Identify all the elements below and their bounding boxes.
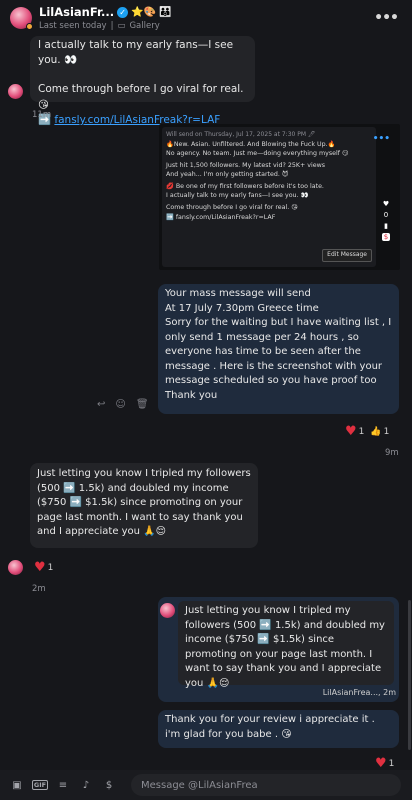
message-time: 2m <box>32 584 46 594</box>
contact-name[interactable]: LilAsianFr... <box>39 5 114 19</box>
quoted-message[interactable]: Just letting you know I tripled my follo… <box>178 601 394 689</box>
incoming-message: Just letting you know I tripled my follo… <box>30 463 258 548</box>
message-actions: ↩ ☺ 🗑 <box>97 399 149 410</box>
heart-icon: ♥ <box>382 200 390 208</box>
preview-line: Come through before I go viral for real.… <box>166 204 298 212</box>
scheduled-message-preview: Will send on Thursday, Jul 17, 2025 at 7… <box>162 127 376 267</box>
bookmark-icon: ▮ <box>384 222 388 230</box>
reactions[interactable]: ♥ 1 👍 1 <box>345 424 389 439</box>
preview-line: 🔥New. Asian. Unfiltered. And Blowing the… <box>166 140 336 148</box>
name-emojis: ⭐🎨 👪 <box>131 6 172 18</box>
tip-dollar-icon[interactable]: $ <box>102 778 116 792</box>
reaction-count: 1 <box>47 562 54 573</box>
thumbs-up-icon: 👍 <box>370 426 382 437</box>
microphone-icon[interactable]: ♪ <box>79 778 93 792</box>
message-time: 9m <box>385 448 399 458</box>
likes-count: 0 <box>383 211 389 219</box>
message-composer: ▣ GIF ≡ ♪ $ Message @LilAsianFrea <box>0 770 412 800</box>
avatar[interactable] <box>10 7 33 30</box>
heart-reaction-icon: ♥ <box>34 560 46 575</box>
preview-line: Just hit 1,500 followers. My latest vid?… <box>166 161 326 169</box>
reaction-count: 1 <box>383 426 390 437</box>
sender-avatar[interactable] <box>8 560 23 575</box>
verified-icon: ✓ <box>117 6 129 18</box>
message-time: 11m <box>32 110 52 120</box>
add-reaction-icon[interactable]: ☺ <box>115 399 125 410</box>
scrollbar[interactable] <box>408 600 411 750</box>
preview-line: ➡️ fansly.com/LilAsianFreak?r=LAF <box>166 213 276 221</box>
message-line: Come through before I go viral for real.… <box>38 83 244 111</box>
preview-side-actions: ♥ 0 ▮ $ <box>378 200 394 241</box>
gif-button[interactable]: GIF <box>31 778 49 792</box>
chat-header: LilAsianFr... ✓ ⭐🎨 👪 Last seen today | ▭… <box>0 0 412 36</box>
preview-line: 💋 Be one of my first followers before it… <box>166 183 324 191</box>
header-text: LilAsianFr... ✓ ⭐🎨 👪 Last seen today | ▭… <box>39 5 172 31</box>
heart-reaction-icon: ♥ <box>345 424 357 439</box>
heart-reaction-icon: ♥ <box>375 756 387 771</box>
quoted-avatar <box>160 603 175 618</box>
outgoing-message: Your mass message will send At 17 July 7… <box>158 284 399 414</box>
preview-line: And yeah... I'm only getting started. 😈 <box>166 171 289 179</box>
list-icon[interactable]: ≡ <box>56 778 70 792</box>
outgoing-message: Thank you for your review i appreciate i… <box>158 710 399 748</box>
reaction-count: 1 <box>358 426 365 437</box>
gallery-icon[interactable]: ▭ <box>117 21 125 31</box>
reply-icon[interactable]: ↩ <box>97 399 105 410</box>
screenshot-image[interactable]: Will send on Thursday, Jul 17, 2025 at 7… <box>159 124 400 270</box>
quoted-sender: LilAsianFrea..., 2m <box>322 688 396 697</box>
message-line: I actually talk to my early fans—I see y… <box>38 39 234 67</box>
last-seen-text: Last seen today <box>39 21 107 31</box>
sender-avatar[interactable] <box>8 84 23 99</box>
gallery-link[interactable]: Gallery <box>129 21 159 31</box>
preview-more-icon: ••• <box>372 134 390 144</box>
image-icon[interactable]: ▣ <box>10 778 24 792</box>
reactions[interactable]: ♥ 1 <box>375 756 394 771</box>
gif-label: GIF <box>31 780 49 790</box>
preview-line: I actually talk to my early fans—I see y… <box>166 192 309 200</box>
outgoing-message-with-quote: Just letting you know I tripled my follo… <box>158 597 399 702</box>
online-indicator <box>26 23 33 30</box>
reaction-count: 1 <box>388 758 395 769</box>
incoming-message: I actually talk to my early fans—I see y… <box>30 36 255 126</box>
send-on-text: Will send on Thursday, Jul 17, 2025 at 7… <box>166 131 316 138</box>
edit-message-button: Edit Message <box>322 249 372 262</box>
reactions[interactable]: ♥ 1 <box>34 560 53 575</box>
delete-icon[interactable]: 🗑 <box>136 399 149 410</box>
more-options-icon[interactable]: ••• <box>374 10 399 26</box>
message-input[interactable]: Message @LilAsianFrea <box>131 774 401 796</box>
preview-line: No agency. No team. Just me—doing everyt… <box>166 149 349 157</box>
tip-icon: $ <box>381 233 391 241</box>
separator: | <box>110 21 114 31</box>
